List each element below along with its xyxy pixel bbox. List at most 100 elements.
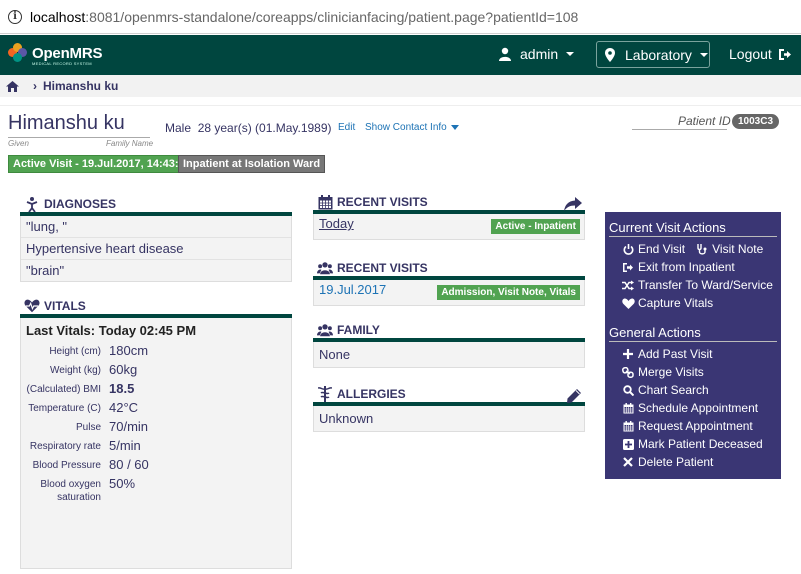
- patient-id-label: Patient ID: [678, 114, 731, 128]
- url-path: :8081/openmrs-standalone/coreapps/clinic…: [85, 8, 579, 25]
- exit-from-inpatient-action[interactable]: Exit from Inpatient: [609, 258, 777, 276]
- calendar-icon: [317, 194, 333, 210]
- show-contact-info-link[interactable]: Show Contact Info: [365, 122, 459, 133]
- plus-square-icon: [621, 438, 635, 450]
- allergies-body: Unknown: [313, 406, 585, 432]
- vital-value: 18.5: [109, 381, 135, 396]
- merge-visits-action[interactable]: Merge Visits: [609, 363, 777, 381]
- current-visit-actions-title: Current Visit Actions: [609, 220, 777, 237]
- capture-vitals-action[interactable]: Capture Vitals: [609, 294, 777, 312]
- chevron-down-icon: [566, 52, 575, 56]
- family-title: FAMILY: [313, 322, 585, 342]
- home-icon[interactable]: [6, 80, 19, 92]
- calendar-icon: [621, 420, 635, 432]
- action-label: Request Appointment: [638, 419, 753, 433]
- visit-note-button[interactable]: Visit Note: [712, 242, 763, 256]
- user-menu[interactable]: admin: [498, 46, 575, 62]
- end-visit-button[interactable]: End Visit: [638, 242, 685, 256]
- vitals-body: Last Vitals: Today 02:45 PM Height (cm) 1…: [20, 318, 292, 569]
- schedule-appointment-action[interactable]: Schedule Appointment: [609, 399, 777, 417]
- request-appointment-action[interactable]: Request Appointment: [609, 417, 777, 435]
- patient-gender: Male: [165, 121, 192, 135]
- vital-row: Blood oxygen saturation 50%: [21, 473, 291, 505]
- vital-row: (Calculated) BMI 18.5: [21, 378, 291, 397]
- recent-visits-widget: RECENT VISITS Today Active - Inpatient: [313, 194, 585, 240]
- contact-info-label: Show Contact Info: [365, 122, 447, 133]
- allergies-value: Unknown: [319, 411, 374, 426]
- vital-value: 60kg: [109, 362, 138, 377]
- vital-label: Respiratory rate: [29, 441, 101, 452]
- add-past-visit-action[interactable]: Add Past Visit: [609, 345, 777, 363]
- recent-visits-widget-2: RECENT VISITS 19.Jul.2017 Admission, Vis…: [313, 260, 585, 306]
- allergies-title-text: ALLERGIES: [337, 387, 406, 401]
- openmrs-logo[interactable]: OpenMRS MEDICAL RECORD SYSTEM: [8, 43, 103, 66]
- vital-label: Blood oxygen saturation: [40, 479, 101, 503]
- vital-label: (Calculated) BMI: [26, 384, 101, 395]
- vital-value: 42°C: [109, 400, 139, 415]
- power-off-icon: [621, 243, 635, 255]
- recent-visits-list: 19.Jul.2017 Admission, Visit Note, Vital…: [313, 280, 585, 306]
- mark-patient-deceased-action[interactable]: Mark Patient Deceased: [609, 435, 777, 453]
- vital-row: Pulse 70/min: [21, 416, 291, 435]
- logout-label: Logout: [729, 46, 772, 62]
- action-label: Merge Visits: [638, 365, 704, 379]
- recent-visits-list: Today Active - Inpatient: [313, 214, 585, 240]
- vitals-widget: VITALS Last Vitals: Today 02:45 PM Heigh…: [20, 298, 292, 569]
- location-selector[interactable]: Laboratory: [596, 41, 710, 68]
- pencil-icon[interactable]: [567, 389, 581, 403]
- diagnosis-item: "brain": [26, 263, 65, 278]
- delete-patient-action[interactable]: Delete Patient: [609, 453, 777, 471]
- patient-name: Himanshu ku: [8, 112, 125, 135]
- vital-row: Weight (kg) 60kg: [21, 359, 291, 378]
- vital-value: 80 / 60: [109, 457, 149, 472]
- browser-address-bar[interactable]: i localhost:8081/openmrs-standalone/core…: [0, 0, 801, 34]
- chart-search-action[interactable]: Chart Search: [609, 381, 777, 399]
- users-icon: [317, 322, 333, 338]
- breadcrumb-separator: ›: [33, 79, 37, 93]
- logo-text: OpenMRS: [32, 44, 103, 62]
- name-underline: [8, 137, 150, 138]
- url-text[interactable]: localhost:8081/openmrs-standalone/coreap…: [30, 9, 578, 25]
- share-icon[interactable]: [564, 197, 582, 211]
- family-body: None: [313, 342, 585, 368]
- last-vitals-heading: Last Vitals: Today 02:45 PM: [26, 323, 197, 338]
- url-host: localhost: [30, 8, 86, 25]
- breadcrumb-patient: Himanshu ku: [43, 79, 119, 93]
- action-label: Capture Vitals: [638, 296, 714, 310]
- logout-button[interactable]: Logout: [729, 46, 792, 62]
- recent-visits-title-text: RECENT VISITS: [337, 261, 428, 275]
- logo-mark-icon: [8, 43, 28, 63]
- visit-date-link[interactable]: Today: [319, 216, 354, 231]
- vital-label: Temperature (C): [28, 403, 101, 414]
- visit-status-tag: Active - Inpatient: [491, 219, 580, 234]
- transfer-to-ward-action[interactable]: Transfer To Ward/Service: [609, 276, 777, 294]
- action-label: Chart Search: [638, 383, 709, 397]
- search-icon: [621, 384, 635, 396]
- recent-visits-title-text: RECENT VISITS: [337, 195, 428, 209]
- vital-label: Height (cm): [49, 346, 101, 357]
- visit-encounters-tag: Admission, Visit Note, Vitals: [437, 285, 580, 300]
- visit-date-link[interactable]: 19.Jul.2017: [319, 282, 386, 297]
- info-icon[interactable]: i: [8, 9, 22, 24]
- allergies-widget: ALLERGIES Unknown: [313, 386, 585, 432]
- sign-out-icon: [621, 262, 635, 273]
- active-visit-tag[interactable]: Active Visit - 19.Jul.2017, 14:43:53: [8, 155, 196, 173]
- calendar-icon: [621, 402, 635, 414]
- action-label: Mark Patient Deceased: [638, 437, 763, 451]
- vital-row: Temperature (C) 42°C: [21, 397, 291, 416]
- action-label: Schedule Appointment: [638, 401, 759, 415]
- user-icon: [499, 47, 511, 61]
- edit-link[interactable]: Edit: [338, 122, 355, 133]
- app-header: OpenMRS MEDICAL RECORD SYSTEM admin Labo…: [0, 35, 801, 75]
- family-value: None: [319, 347, 351, 362]
- recent-visits-title: RECENT VISITS: [313, 194, 585, 214]
- vital-value: 180cm: [109, 343, 149, 358]
- caret-down-icon: [450, 125, 459, 130]
- family-name-label: Family Name: [106, 139, 154, 148]
- vital-row: Height (cm) 180cm: [21, 340, 291, 359]
- action-label: Delete Patient: [638, 455, 714, 469]
- current-visit-row: End Visit Visit Note: [609, 240, 777, 258]
- patient-age: 28 year(s) (01.May.1989): [197, 121, 332, 135]
- vital-label: Blood Pressure: [32, 460, 101, 471]
- patient-header: Himanshu ku Given Family Name Male 28 ye…: [0, 105, 801, 177]
